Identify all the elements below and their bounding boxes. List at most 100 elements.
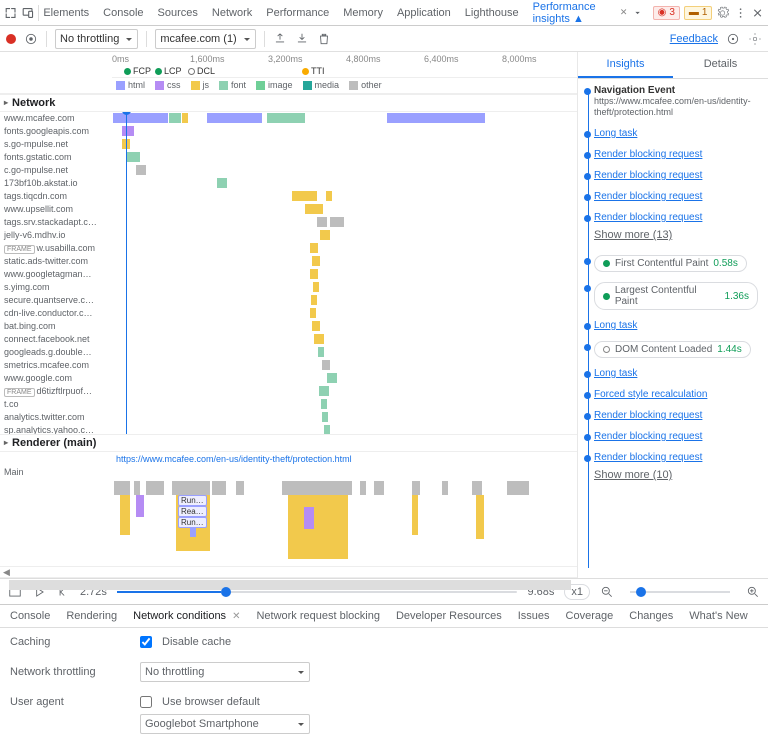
zoom-in-icon[interactable] (746, 585, 760, 599)
network-row[interactable]: googleads.g.double… (0, 346, 577, 359)
drawer-tab-what-s-new[interactable]: What's New (689, 610, 747, 622)
inspect-icon[interactable] (4, 6, 17, 20)
tab-network[interactable]: Network (212, 3, 252, 23)
drawer-tab-console[interactable]: Console (10, 610, 50, 622)
network-row[interactable]: jelly-v6.mdhv.io (0, 229, 577, 242)
drawer-tab-network-request-blocking[interactable]: Network request blocking (256, 610, 380, 622)
network-row[interactable]: www.upsellit.com (0, 203, 577, 216)
network-row[interactable]: cdn-live.conductor.c… (0, 307, 577, 320)
reset-view-icon[interactable] (726, 32, 740, 46)
task-label[interactable]: Rea… (178, 506, 207, 517)
insight-show-more[interactable]: Show more (13) (594, 229, 758, 241)
network-row[interactable]: analytics.twitter.com (0, 411, 577, 424)
network-row[interactable]: fonts.gstatic.com (0, 151, 577, 164)
time-ruler[interactable]: 0ms1,600ms3,200ms4,800ms6,400ms8,000msFC… (0, 52, 577, 78)
insight-link[interactable]: Render blocking request (594, 431, 758, 442)
close-drawer-tab-icon[interactable]: ✕ (232, 611, 240, 622)
error-badge[interactable]: ◉ 3 (653, 6, 680, 20)
right-tab-insights[interactable]: Insights (578, 52, 673, 78)
time-slider[interactable] (117, 591, 518, 593)
settings-icon[interactable] (716, 6, 729, 20)
network-row[interactable]: tags.tiqcdn.com (0, 190, 577, 203)
import-icon[interactable] (295, 32, 309, 46)
network-row[interactable]: s.yimg.com (0, 281, 577, 294)
insight-link[interactable]: Long task (594, 368, 758, 379)
drawer-tab-issues[interactable]: Issues (518, 610, 550, 622)
network-row[interactable]: sp.analytics.yahoo.c… (0, 424, 577, 434)
ua-select[interactable]: Googlebot Smartphone (140, 714, 310, 734)
drawer-body: Caching Disable cache Network throttling… (0, 628, 768, 756)
more-tabs-icon[interactable] (631, 6, 644, 20)
delete-icon[interactable] (317, 32, 331, 46)
insight-link[interactable]: Render blocking request (594, 410, 758, 421)
legend: htmlcssjsfontimagemediaother (0, 78, 577, 94)
insight-metric[interactable]: Largest Contentful Paint 1.36s (594, 282, 758, 310)
ua-default-checkbox[interactable] (140, 696, 152, 708)
insight-link[interactable]: Render blocking request (594, 452, 758, 463)
network-row[interactable]: secure.quantserve.c… (0, 294, 577, 307)
network-row[interactable]: t.co (0, 398, 577, 411)
tab-sources[interactable]: Sources (158, 3, 198, 23)
network-row[interactable]: connect.facebook.net (0, 333, 577, 346)
network-row[interactable]: s.go-mpulse.net (0, 138, 577, 151)
network-row[interactable]: tags.srv.stackadapt.c… (0, 216, 577, 229)
zoom-out-icon[interactable] (600, 585, 614, 599)
insight-link[interactable]: Render blocking request (594, 170, 758, 181)
close-panel-icon[interactable] (751, 6, 764, 20)
network-row[interactable]: FRAMEd6tizftlrpuof… (0, 385, 577, 398)
insight-link[interactable]: Render blocking request (594, 149, 758, 160)
feedback-link[interactable]: Feedback (670, 33, 718, 45)
drawer-tab-changes[interactable]: Changes (629, 610, 673, 622)
network-row[interactable]: FRAMEw.usabilla.com (0, 242, 577, 255)
insight-show-more[interactable]: Show more (10) (594, 469, 758, 481)
close-tab-icon[interactable]: ✕ (620, 7, 628, 18)
right-tab-details[interactable]: Details (673, 52, 768, 78)
task-label[interactable]: Run… (178, 495, 207, 506)
insight-link[interactable]: Forced style recalculation (594, 389, 758, 400)
network-row[interactable]: fonts.googleapis.com (0, 125, 577, 138)
tab-application[interactable]: Application (397, 3, 451, 23)
network-row[interactable]: 173bf10b.akstat.io (0, 177, 577, 190)
disable-cache-checkbox[interactable] (140, 636, 152, 648)
tab-memory[interactable]: Memory (343, 3, 383, 23)
warning-badge[interactable]: ▬ 1 (684, 6, 713, 20)
tab-performance[interactable]: Performance (266, 3, 329, 23)
tab-lighthouse[interactable]: Lighthouse (465, 3, 519, 23)
insight-link[interactable]: Render blocking request (594, 212, 758, 223)
insight-link[interactable]: Render blocking request (594, 191, 758, 202)
insight-metric[interactable]: DOM Content Loaded 1.44s (594, 341, 758, 358)
insight-link[interactable]: Long task (594, 320, 758, 331)
panel-settings-icon[interactable] (748, 32, 762, 46)
export-icon[interactable] (273, 32, 287, 46)
tab-performance-insights-[interactable]: Performance insights ▲ (533, 0, 614, 29)
network-row[interactable]: smetrics.mcafee.com (0, 359, 577, 372)
context-select[interactable]: mcafee.com (1) (155, 29, 255, 49)
network-row[interactable]: c.go-mpulse.net (0, 164, 577, 177)
section-renderer[interactable]: Renderer (main) (0, 434, 577, 452)
network-row[interactable]: www.google.com (0, 372, 577, 385)
record-button[interactable] (6, 34, 16, 44)
network-row[interactable]: static.ads-twitter.com (0, 255, 577, 268)
task-label[interactable]: Run… (178, 517, 207, 528)
tab-elements[interactable]: Elements (43, 3, 89, 23)
throttling-menu[interactable]: No throttling (140, 662, 310, 682)
insight-metric[interactable]: First Contentful Paint 0.58s (594, 255, 758, 272)
throttling-select[interactable]: No throttling (55, 29, 138, 49)
kebab-icon[interactable] (734, 6, 747, 20)
playhead[interactable] (126, 112, 127, 434)
network-row[interactable]: www.googletagman… (0, 268, 577, 281)
drawer-tab-network-conditions[interactable]: Network conditions (133, 610, 226, 622)
device-icon[interactable] (21, 6, 34, 20)
overview-strip[interactable]: ◀ (0, 566, 577, 578)
stop-record-icon[interactable] (24, 32, 38, 46)
insight-link[interactable]: Long task (594, 128, 758, 139)
tab-console[interactable]: Console (103, 3, 143, 23)
section-network[interactable]: Network (0, 94, 577, 112)
drawer-tab-developer-resources[interactable]: Developer Resources (396, 610, 502, 622)
main-thread-lane[interactable]: Run…Rea…Run… (112, 479, 577, 566)
drawer-tab-rendering[interactable]: Rendering (66, 610, 117, 622)
zoom-slider[interactable] (630, 591, 730, 593)
drawer-tab-coverage[interactable]: Coverage (566, 610, 614, 622)
network-row[interactable]: www.mcafee.com (0, 112, 577, 125)
network-row[interactable]: bat.bing.com (0, 320, 577, 333)
